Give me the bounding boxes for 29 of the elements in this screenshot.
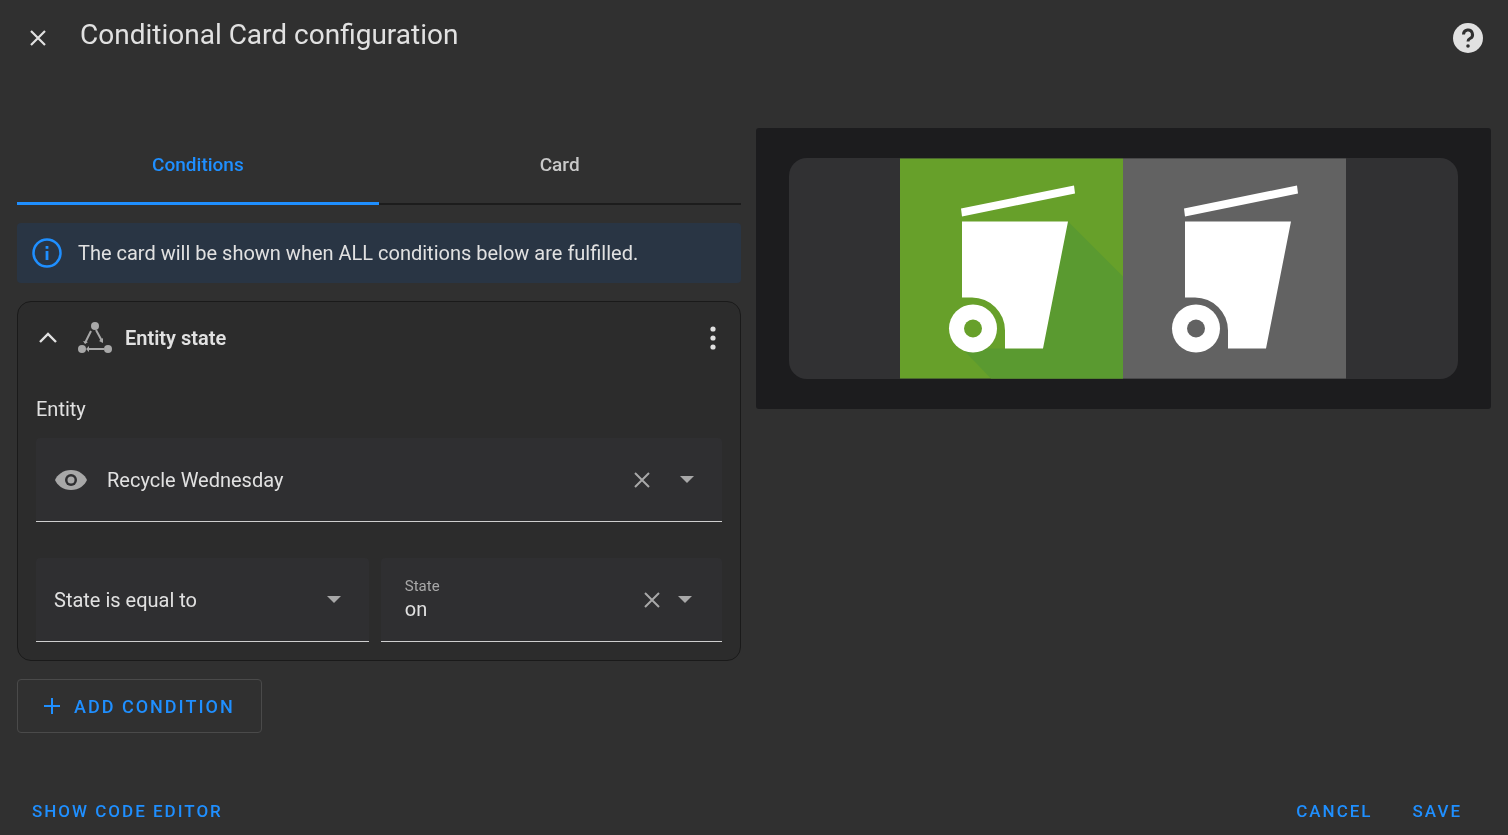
- condition-title: Entity state: [125, 325, 227, 352]
- dialog-title: Conditional Card configuration: [80, 18, 459, 52]
- operator-value: State is equal to: [54, 586, 197, 614]
- tab[interactable]: Conditions: [17, 128, 379, 205]
- node-triangle-icon: [77, 321, 113, 355]
- clear-icon[interactable]: [641, 589, 662, 610]
- chevron-up-icon[interactable]: [38, 332, 58, 344]
- clear-icon[interactable]: [631, 469, 652, 490]
- entity-picker[interactable]: Recycle Wednesday: [36, 438, 722, 522]
- dropdown-arrow-icon[interactable]: [326, 595, 341, 604]
- field-label: Entity: [36, 396, 87, 423]
- state-select[interactable]: State on: [380, 558, 722, 642]
- add-condition-button[interactable]: ADD CONDITION: [17, 679, 262, 733]
- entity-value: Recycle Wednesday: [107, 466, 284, 494]
- more-menu-icon[interactable]: [709, 326, 716, 350]
- field-label: State: [404, 576, 440, 595]
- help-icon[interactable]: [1452, 22, 1484, 54]
- save-button[interactable]: SAVE: [1412, 799, 1462, 825]
- show-code-editor-button[interactable]: SHOW CODE EDITOR: [32, 799, 223, 825]
- operator-select[interactable]: State is equal to: [36, 558, 369, 642]
- cancel-button[interactable]: CANCEL: [1296, 799, 1373, 825]
- info-icon: [31, 237, 63, 269]
- dropdown-arrow-icon[interactable]: [677, 595, 692, 604]
- dropdown-arrow-icon[interactable]: [679, 475, 694, 484]
- state-value: on: [404, 595, 429, 623]
- eye-icon: [54, 468, 88, 491]
- plus-icon: [44, 698, 60, 714]
- info-text: The card will be shown when ALL conditions below are fulfilled.: [78, 240, 639, 267]
- tab[interactable]: Card: [378, 128, 741, 205]
